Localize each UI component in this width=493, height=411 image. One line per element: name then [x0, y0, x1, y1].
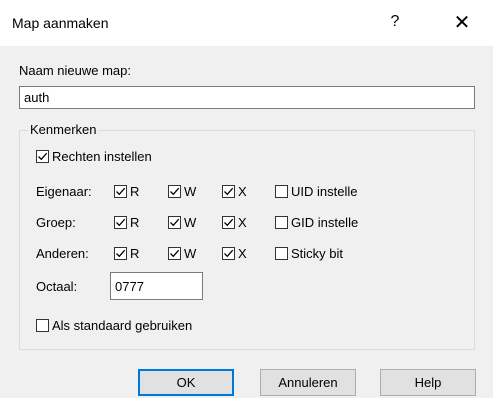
execute-label: X [238, 184, 247, 199]
title-bar: Map aanmaken ? ✕ [0, 0, 493, 47]
checkmark-icon [224, 249, 234, 258]
set-rights-checkbox[interactable]: Rechten instellen [36, 149, 152, 164]
read-label: R [130, 215, 140, 230]
octal-input[interactable] [110, 272, 203, 300]
bottom-edge [0, 398, 493, 411]
checkmark-icon [170, 249, 180, 258]
sticky-bit-label: Sticky bit [291, 246, 344, 261]
write-label: W [184, 215, 197, 230]
checkbox-box [275, 185, 288, 198]
checkbox-box [168, 216, 181, 229]
read-label: R [130, 184, 140, 199]
checkmark-icon [224, 187, 234, 196]
group-read-checkbox[interactable]: R [114, 215, 139, 230]
checkbox-box [222, 185, 235, 198]
group-execute-checkbox[interactable]: X [222, 215, 247, 230]
name-label: Naam nieuwe map: [19, 63, 131, 78]
checkbox-box [36, 319, 49, 332]
execute-label: X [238, 215, 247, 230]
checkmark-icon [116, 249, 126, 258]
checkbox-box [222, 216, 235, 229]
window-title: Map aanmaken [12, 15, 109, 31]
owner-read-checkbox[interactable]: R [114, 184, 139, 199]
uid-label: UID instelle [291, 184, 358, 199]
gid-label: GID instelle [291, 215, 359, 230]
checkbox-box [275, 247, 288, 260]
folder-name-input[interactable] [19, 86, 475, 109]
checkmark-icon [170, 187, 180, 196]
checkbox-box [114, 185, 127, 198]
use-default-label: Als standaard gebruiken [52, 318, 193, 333]
checkmark-icon [224, 218, 234, 227]
octal-label: Octaal: [36, 279, 78, 294]
checkmark-icon [38, 152, 48, 161]
checkbox-box [168, 247, 181, 260]
others-read-checkbox[interactable]: R [114, 246, 139, 261]
checkbox-box [222, 247, 235, 260]
owner-label: Eigenaar: [36, 184, 92, 199]
group-label: Groep: [36, 215, 76, 230]
cancel-button[interactable]: Annuleren [260, 369, 356, 396]
help-icon[interactable]: ? [385, 13, 405, 31]
others-write-checkbox[interactable]: W [168, 246, 196, 261]
write-label: W [184, 184, 197, 199]
owner-write-checkbox[interactable]: W [168, 184, 196, 199]
checkbox-box [36, 150, 49, 163]
gid-checkbox[interactable]: GID instelle [275, 215, 358, 230]
checkbox-box [275, 216, 288, 229]
checkmark-icon [116, 187, 126, 196]
checkbox-box [114, 247, 127, 260]
group-write-checkbox[interactable]: W [168, 215, 196, 230]
checkbox-box [114, 216, 127, 229]
others-label: Anderen: [36, 246, 89, 261]
use-default-checkbox[interactable]: Als standaard gebruiken [36, 318, 192, 333]
checkmark-icon [170, 218, 180, 227]
help-button[interactable]: Help [380, 369, 476, 396]
ok-button[interactable]: OK [138, 369, 234, 396]
set-rights-label: Rechten instellen [52, 149, 152, 164]
others-execute-checkbox[interactable]: X [222, 246, 247, 261]
execute-label: X [238, 246, 247, 261]
sticky-bit-checkbox[interactable]: Sticky bit [275, 246, 343, 261]
checkmark-icon [116, 218, 126, 227]
uid-checkbox[interactable]: UID instelle [275, 184, 357, 199]
read-label: R [130, 246, 140, 261]
owner-execute-checkbox[interactable]: X [222, 184, 247, 199]
checkbox-box [168, 185, 181, 198]
attributes-legend: Kenmerken [28, 122, 99, 137]
write-label: W [184, 246, 197, 261]
close-icon[interactable]: ✕ [450, 10, 474, 35]
